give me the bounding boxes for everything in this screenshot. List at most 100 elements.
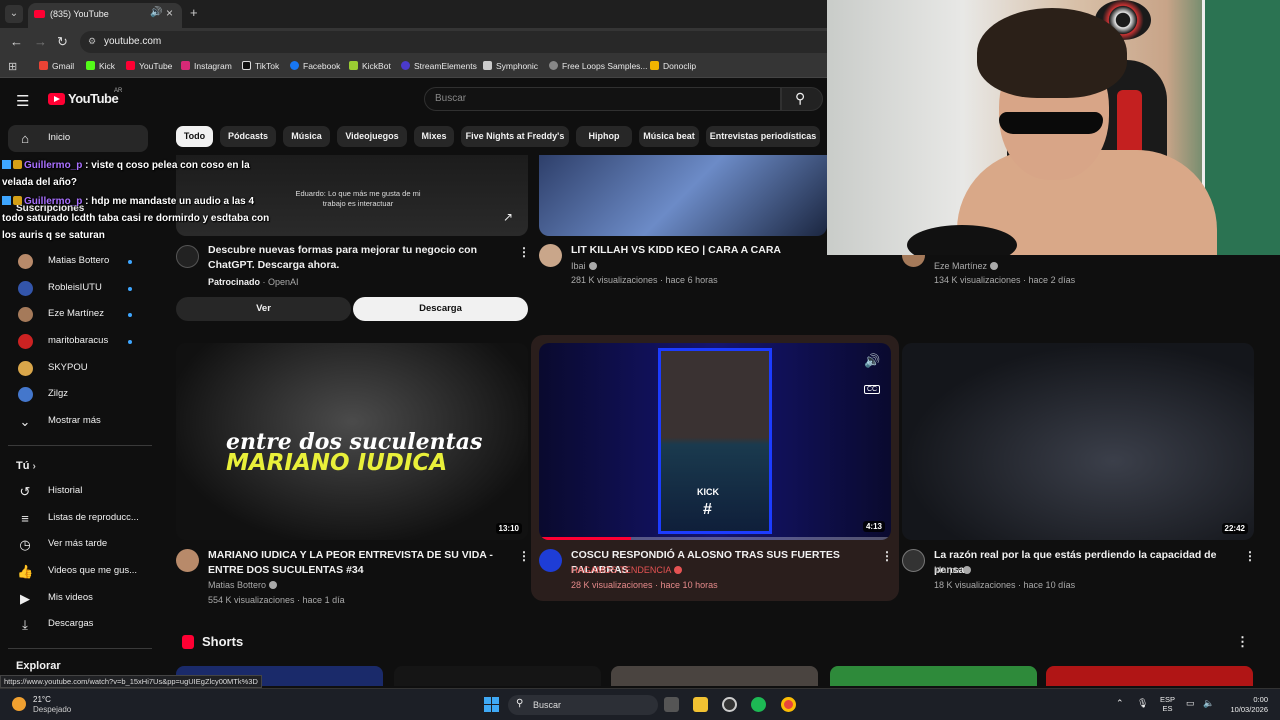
volume-icon[interactable]: 🔊 bbox=[864, 353, 880, 369]
video-thumbnail[interactable] bbox=[539, 155, 827, 236]
chip-musica-beat[interactable]: Música beat bbox=[639, 126, 699, 147]
menu-icon[interactable]: ☰ bbox=[16, 92, 29, 110]
you-heading[interactable]: Tú › bbox=[16, 460, 36, 472]
channel-name[interactable]: Eze Martínez bbox=[934, 259, 999, 273]
bookmark-donoclip[interactable]: Donoclip bbox=[650, 61, 696, 71]
channel-name[interactable]: Marpe bbox=[934, 563, 971, 577]
bookmark-instagram[interactable]: Instagram bbox=[181, 61, 232, 71]
bookmark-symphonic[interactable]: Symphonic bbox=[483, 61, 538, 71]
browser-tab-youtube[interactable]: (835) YouTube 🔊 × bbox=[28, 3, 182, 28]
forward-button[interactable]: → bbox=[34, 34, 47, 49]
reload-button[interactable]: ↻ bbox=[57, 34, 68, 50]
sidebar-item-watch-later[interactable]: ◷ Ver más tarde bbox=[8, 531, 148, 558]
sidebar-item-downloads[interactable]: ⤓ Descargas bbox=[8, 611, 148, 638]
bookmark-youtube[interactable]: YouTube bbox=[126, 61, 172, 71]
chip-todo[interactable]: Todo bbox=[176, 126, 213, 147]
sidebar-item-channel[interactable]: RobleisIUTU bbox=[8, 275, 148, 302]
sidebar-item-my-videos[interactable]: ▶ Mis videos bbox=[8, 585, 148, 612]
sidebar-item-channel[interactable]: Matias Bottero bbox=[8, 248, 148, 275]
network-icon[interactable]: ▭ bbox=[1186, 698, 1195, 709]
obs-icon[interactable] bbox=[722, 697, 737, 712]
short-thumbnail[interactable] bbox=[611, 666, 818, 686]
ad-view-button[interactable]: Ver bbox=[176, 297, 351, 321]
bookmark-kickbot[interactable]: KickBot bbox=[349, 61, 391, 71]
weather-condition[interactable]: Despejado bbox=[33, 705, 71, 714]
chip-musica[interactable]: Música bbox=[283, 126, 330, 147]
sidebar-item-liked[interactable]: 👍 Videos que me gus... bbox=[8, 558, 148, 585]
avatar[interactable] bbox=[176, 549, 199, 572]
short-thumbnail[interactable] bbox=[830, 666, 1037, 686]
channel-name[interactable]: Ibai bbox=[571, 259, 597, 273]
file-explorer-icon[interactable] bbox=[693, 697, 708, 712]
task-view-icon[interactable] bbox=[664, 697, 679, 712]
close-icon[interactable]: × bbox=[166, 6, 173, 20]
sidebar-item-channel[interactable]: maritobaracus bbox=[8, 328, 148, 355]
more-options-icon[interactable]: ⋮ bbox=[881, 549, 893, 563]
new-tab-button[interactable]: + bbox=[190, 5, 198, 20]
taskbar-search[interactable]: ⚲ Buscar bbox=[508, 695, 658, 715]
more-options-icon[interactable]: ⋮ bbox=[518, 549, 530, 563]
sidebar-item-channel[interactable]: Eze Martínez bbox=[8, 301, 148, 328]
video-thumbnail[interactable]: entre dos suculentas MARIANO IUDICA 13:1… bbox=[176, 343, 528, 540]
bookmark-tiktok[interactable]: TikTok bbox=[242, 61, 279, 71]
bookmark-free-loops[interactable]: Free Loops Samples... bbox=[549, 61, 648, 71]
bookmark-kick[interactable]: Kick bbox=[86, 61, 115, 71]
more-options-icon[interactable]: ⋮ bbox=[518, 245, 530, 259]
bookmark-streamelements[interactable]: StreamElements bbox=[401, 61, 477, 71]
spotify-icon[interactable] bbox=[751, 697, 766, 712]
search-input[interactable]: Buscar bbox=[424, 87, 781, 111]
ad-download-button[interactable]: Descarga bbox=[353, 297, 528, 321]
chip-hiphop[interactable]: Hiphop bbox=[576, 126, 632, 147]
temperature[interactable]: 21°C bbox=[33, 695, 51, 704]
more-options-icon[interactable]: ⋮ bbox=[1236, 634, 1249, 650]
bookmark-facebook[interactable]: Facebook bbox=[290, 61, 340, 71]
avatar[interactable] bbox=[902, 549, 925, 572]
channel-name[interactable]: Matias Bottero bbox=[208, 578, 278, 592]
search-button[interactable]: ⚲ bbox=[781, 87, 823, 111]
link-status-bubble: https://www.youtube.com/watch?v=b_15xHi7… bbox=[0, 675, 262, 688]
external-link-icon[interactable]: ↗ bbox=[503, 210, 513, 224]
avatar[interactable] bbox=[539, 549, 562, 572]
speaker-icon[interactable]: 🔊 bbox=[150, 7, 162, 18]
video-title[interactable]: LIT KILLAH VS KIDD KEO | CARA A CARA bbox=[571, 243, 826, 258]
more-options-icon[interactable]: ⋮ bbox=[1244, 549, 1256, 563]
sidebar-item-history[interactable]: ↺ Historial bbox=[8, 478, 148, 505]
preview-progress-bar[interactable] bbox=[539, 537, 891, 540]
tab-list-button[interactable]: ⌄ bbox=[5, 5, 23, 23]
captions-icon[interactable]: CC bbox=[864, 385, 881, 394]
bookmark-gmail[interactable]: Gmail bbox=[39, 61, 74, 71]
video-title[interactable]: La razón real por la que estás perdiendo… bbox=[934, 548, 1239, 578]
address-bar[interactable]: ⚙ youtube.com bbox=[80, 31, 840, 53]
chip-podcasts[interactable]: Pódcasts bbox=[220, 126, 276, 147]
language-indicator[interactable]: ESP ES bbox=[1160, 695, 1175, 713]
video-title[interactable]: MARIANO IUDICA Y LA PEOR ENTREVISTA DE S… bbox=[208, 548, 518, 578]
chip-entrevistas[interactable]: Entrevistas periodísticas bbox=[706, 126, 820, 147]
sidebar-item-show-more[interactable]: ⌄ Mostrar más bbox=[8, 408, 148, 435]
volume-icon[interactable]: 🔈 bbox=[1203, 698, 1214, 709]
ad-title[interactable]: Descubre nuevas formas para mejorar tu n… bbox=[208, 243, 513, 273]
site-info-icon[interactable]: ⚙ bbox=[88, 36, 96, 47]
weather-moon-icon[interactable] bbox=[12, 697, 26, 711]
openai-avatar[interactable] bbox=[176, 245, 199, 268]
sidebar-item-channel[interactable]: SKYPOU bbox=[8, 355, 148, 382]
short-thumbnail[interactable] bbox=[1046, 666, 1253, 686]
microphone-icon[interactable]: 🎙 bbox=[1137, 698, 1148, 709]
clock[interactable]: 0:00 10/03/2026 bbox=[1228, 695, 1268, 715]
windows-start-icon[interactable] bbox=[484, 697, 499, 712]
video-thumbnail[interactable]: 22:42 bbox=[902, 343, 1254, 540]
avatar[interactable] bbox=[539, 244, 562, 267]
chrome-icon[interactable] bbox=[781, 697, 796, 712]
short-thumbnail[interactable] bbox=[394, 666, 601, 686]
back-button[interactable]: ← bbox=[10, 34, 23, 49]
chevron-up-icon[interactable]: ⌃ bbox=[1116, 698, 1124, 709]
channel-name[interactable]: HAGAMOS TENDENCIA bbox=[571, 563, 683, 577]
sidebar-item-home[interactable]: ⌂ Inicio bbox=[8, 125, 148, 152]
chip-videojuegos[interactable]: Videojuegos bbox=[337, 126, 407, 147]
sidebar-item-channel[interactable]: Zilgz bbox=[8, 381, 148, 408]
chip-fnaf[interactable]: Five Nights at Freddy's bbox=[461, 126, 569, 147]
video-preview[interactable]: KICK # 🔊 CC 4:13 bbox=[539, 343, 891, 540]
chip-mixes[interactable]: Mixes bbox=[414, 126, 454, 147]
sidebar-item-playlists[interactable]: ≡ Listas de reproducc... bbox=[8, 505, 148, 532]
apps-grid-icon[interactable]: ⊞ bbox=[8, 60, 17, 73]
youtube-favicon-icon bbox=[34, 10, 45, 18]
